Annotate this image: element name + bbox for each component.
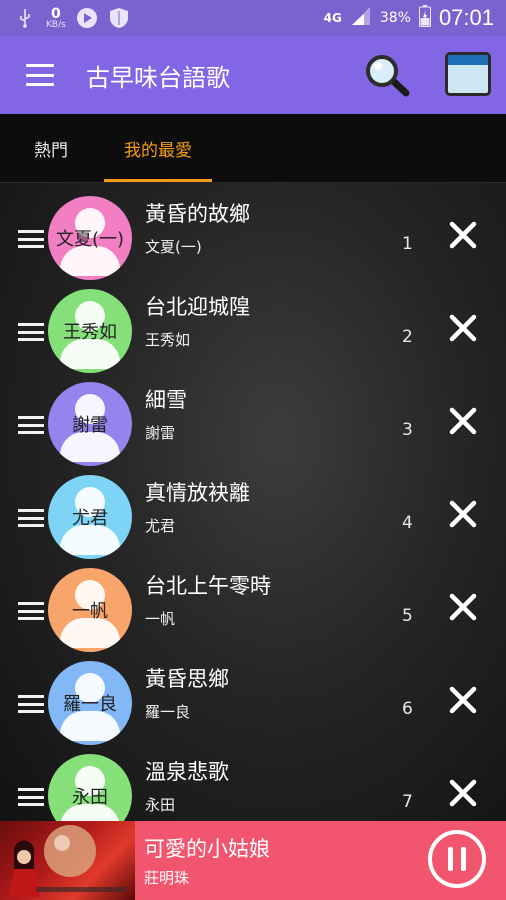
- song-artist: 謝雷: [145, 424, 176, 442]
- song-title: 台北上午零時: [145, 574, 271, 598]
- app-title: 古早味台語歌: [86, 64, 230, 92]
- drag-handle-icon[interactable]: [18, 416, 44, 434]
- now-playing-bar[interactable]: 可愛的小姑娘 莊明珠: [0, 821, 506, 900]
- song-number: 4: [402, 513, 413, 533]
- avatar-label: 謝雷: [72, 415, 108, 436]
- remove-icon[interactable]: [448, 406, 478, 436]
- drag-handle-icon[interactable]: [18, 788, 44, 806]
- song-artist: 文夏(一): [145, 238, 202, 256]
- remove-icon[interactable]: [448, 499, 478, 529]
- drag-handle-icon[interactable]: [18, 695, 44, 713]
- song-number: 2: [402, 327, 413, 347]
- avatar: 謝雷: [48, 382, 132, 466]
- net-speed-value: 0: [51, 5, 61, 22]
- song-title: 黃昏思鄉: [145, 667, 229, 691]
- song-title: 黃昏的故鄉: [145, 202, 250, 226]
- network-type: 4G: [323, 11, 342, 25]
- clock: 07:01: [438, 5, 494, 30]
- song-number: 5: [402, 606, 413, 626]
- window-icon[interactable]: [445, 52, 491, 96]
- avatar-label: 王秀如: [63, 322, 117, 343]
- avatar-label: 永田: [72, 787, 108, 808]
- remove-icon[interactable]: [448, 685, 478, 715]
- song-title: 溫泉悲歌: [145, 760, 229, 784]
- song-number: 6: [402, 699, 413, 719]
- tab-bar: 熱門 我的最愛: [0, 114, 506, 183]
- avatar-label: 一帆: [72, 601, 108, 622]
- signal-icon: [350, 6, 372, 30]
- album-cover-image[interactable]: [0, 821, 135, 900]
- song-artist: 永田: [145, 796, 176, 814]
- list-item[interactable]: 尤君 真情放袂離 尤君 4: [0, 471, 506, 564]
- remove-icon[interactable]: [448, 313, 478, 343]
- remove-icon[interactable]: [448, 778, 478, 808]
- list-item[interactable]: 文夏(一) 黃昏的故鄉 文夏(一) 1: [0, 192, 506, 285]
- avatar: 王秀如: [48, 289, 132, 373]
- song-artist: 尤君: [145, 517, 176, 535]
- menu-icon[interactable]: [26, 64, 54, 86]
- list-item[interactable]: 王秀如 台北迎城隍 王秀如 2: [0, 285, 506, 378]
- tab-favorites[interactable]: 我的最愛: [104, 114, 212, 182]
- song-artist: 王秀如: [145, 331, 191, 349]
- net-speed-unit: KB/s: [46, 19, 66, 30]
- avatar-label: 羅一良: [63, 694, 117, 715]
- song-number: 7: [402, 792, 413, 812]
- avatar: 永田: [48, 754, 132, 821]
- song-number: 3: [402, 420, 413, 440]
- song-title: 台北迎城隍: [145, 295, 250, 319]
- status-bar: 0 KB/s 4G 38% 07:01: [0, 0, 506, 36]
- remove-icon[interactable]: [448, 592, 478, 622]
- battery-icon: [418, 5, 431, 31]
- usb-icon: [14, 7, 36, 29]
- song-number: 1: [402, 234, 413, 254]
- list-item[interactable]: 永田 溫泉悲歌 永田 7: [0, 750, 506, 821]
- avatar-label: 尤君: [72, 508, 108, 529]
- drag-handle-icon[interactable]: [18, 602, 44, 620]
- song-title: 真情放袂離: [145, 481, 250, 505]
- now-playing-title: 可愛的小姑娘: [144, 837, 270, 861]
- tab-popular[interactable]: 熱門: [8, 114, 94, 182]
- avatar-label: 文夏(一): [55, 229, 125, 250]
- battery-percent: 38%: [379, 10, 411, 26]
- drag-handle-icon[interactable]: [18, 509, 44, 527]
- remove-icon[interactable]: [448, 220, 478, 250]
- avatar: 一帆: [48, 568, 132, 652]
- drag-handle-icon[interactable]: [18, 230, 44, 248]
- net-speed: 0 KB/s: [46, 7, 66, 30]
- list-item[interactable]: 羅一良 黃昏思鄉 羅一良 6: [0, 657, 506, 750]
- app-bar: 古早味台語歌: [0, 36, 506, 114]
- drag-handle-icon[interactable]: [18, 323, 44, 341]
- song-artist: 羅一良: [145, 703, 191, 721]
- pause-icon[interactable]: [428, 830, 486, 888]
- list-item[interactable]: 一帆 台北上午零時 一帆 5: [0, 564, 506, 657]
- avatar: 羅一良: [48, 661, 132, 745]
- play-store-icon: [76, 7, 98, 29]
- avatar: 文夏(一): [48, 196, 132, 280]
- avatar: 尤君: [48, 475, 132, 559]
- shield-icon: [108, 7, 130, 29]
- list-item[interactable]: 謝雷 細雪 謝雷 3: [0, 378, 506, 471]
- now-playing-artist: 莊明珠: [144, 869, 190, 887]
- song-list: 文夏(一) 黃昏的故鄉 文夏(一) 1 王秀如 台北迎城隍 王秀如 2 謝雷 細…: [0, 183, 506, 821]
- search-icon[interactable]: [364, 54, 412, 98]
- song-title: 細雪: [145, 388, 187, 412]
- song-artist: 一帆: [145, 610, 176, 628]
